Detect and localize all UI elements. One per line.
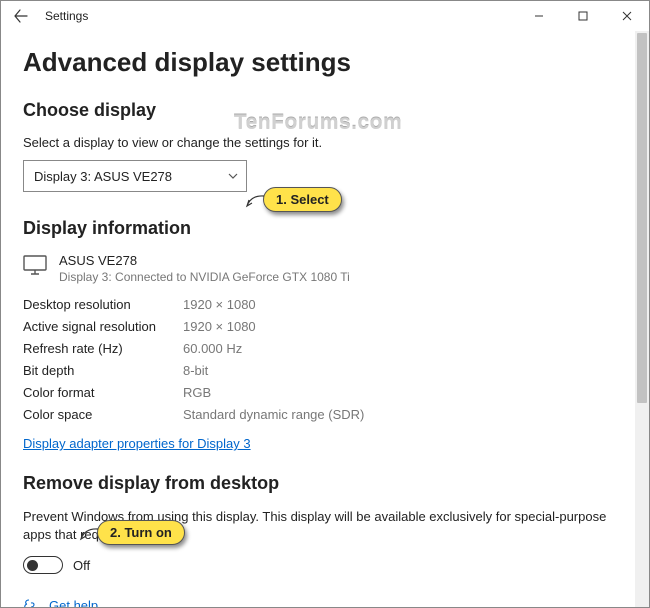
prop-row: Refresh rate (Hz)60.000 Hz — [23, 338, 613, 360]
display-properties: Desktop resolution1920 × 1080 Active sig… — [23, 294, 613, 426]
page-title: Advanced display settings — [23, 47, 613, 78]
vertical-scrollbar[interactable] — [635, 31, 649, 607]
prop-row: Color formatRGB — [23, 382, 613, 404]
minimize-button[interactable] — [517, 1, 561, 31]
prop-label: Desktop resolution — [23, 294, 183, 316]
prop-row: Color spaceStandard dynamic range (SDR) — [23, 404, 613, 426]
display-select[interactable]: Display 3: ASUS VE278 — [23, 160, 247, 192]
help-icon — [23, 599, 41, 607]
monitor-subtitle: Display 3: Connected to NVIDIA GeForce G… — [59, 270, 350, 284]
prop-label: Active signal resolution — [23, 316, 183, 338]
adapter-properties-link[interactable]: Display adapter properties for Display 3 — [23, 436, 251, 451]
annotation-callout-turnon: 2. Turn on — [97, 520, 185, 545]
annotation-callout-select: 1. Select — [263, 187, 342, 212]
choose-hint: Select a display to view or change the s… — [23, 135, 613, 150]
display-select-value: Display 3: ASUS VE278 — [34, 169, 172, 184]
prop-value: 60.000 Hz — [183, 338, 242, 360]
prop-label: Color space — [23, 404, 183, 426]
monitor-name: ASUS VE278 — [59, 253, 350, 268]
back-button[interactable] — [7, 2, 35, 30]
monitor-summary: ASUS VE278 Display 3: Connected to NVIDI… — [23, 253, 613, 284]
prop-value: 1920 × 1080 — [183, 316, 256, 338]
remove-heading: Remove display from desktop — [23, 473, 613, 494]
annotation-text: 1. Select — [276, 192, 329, 207]
prop-value: RGB — [183, 382, 211, 404]
monitor-icon — [23, 255, 49, 277]
choose-heading: Choose display — [23, 100, 613, 121]
prop-label: Bit depth — [23, 360, 183, 382]
title-bar: Settings — [1, 1, 649, 31]
toggle-state-label: Off — [73, 558, 90, 573]
maximize-button[interactable] — [561, 1, 605, 31]
prop-row: Bit depth8-bit — [23, 360, 613, 382]
prop-row: Active signal resolution1920 × 1080 — [23, 316, 613, 338]
scrollbar-thumb[interactable] — [637, 33, 647, 403]
toggle-knob — [27, 560, 38, 571]
prop-value: 8-bit — [183, 360, 208, 382]
remove-display-toggle[interactable] — [23, 556, 63, 574]
get-help-link[interactable]: Get help — [49, 598, 98, 607]
info-heading: Display information — [23, 218, 613, 239]
window-title: Settings — [45, 9, 88, 23]
close-button[interactable] — [605, 1, 649, 31]
chevron-down-icon — [228, 170, 238, 182]
annotation-text: 2. Turn on — [110, 525, 172, 540]
prop-label: Color format — [23, 382, 183, 404]
prop-row: Desktop resolution1920 × 1080 — [23, 294, 613, 316]
content-area: Advanced display settings TenForums.com … — [1, 31, 635, 607]
prop-value: 1920 × 1080 — [183, 294, 256, 316]
prop-value: Standard dynamic range (SDR) — [183, 404, 364, 426]
prop-label: Refresh rate (Hz) — [23, 338, 183, 360]
